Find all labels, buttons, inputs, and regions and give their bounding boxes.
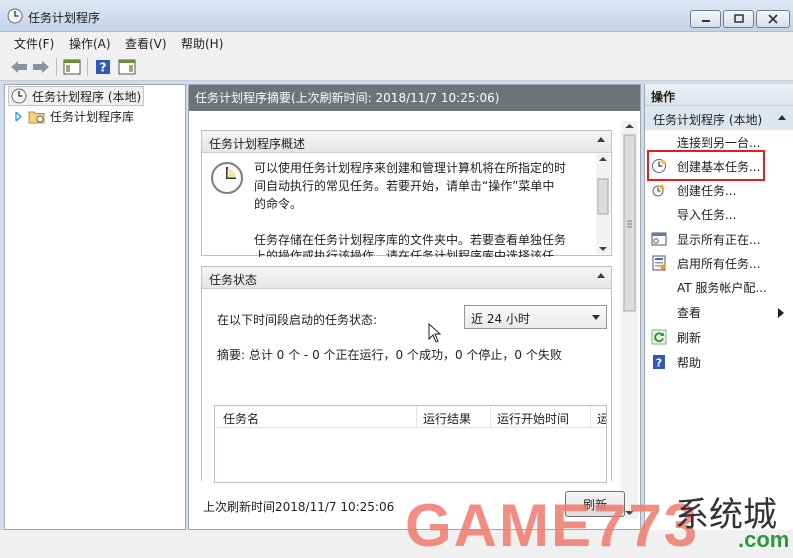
action-import-task[interactable]: 导入任务...: [651, 204, 791, 224]
mouse-cursor-icon: [428, 322, 442, 346]
tree-item-library[interactable]: 任务计划程序库: [15, 107, 134, 125]
expand-arrow-icon[interactable]: [15, 111, 22, 121]
window-title: 任务计划程序: [28, 11, 101, 25]
overview-section-header[interactable]: 任务计划程序概述: [202, 131, 611, 153]
action-connect-another[interactable]: 连接到另一台...: [651, 132, 791, 152]
task-status-section: 任务状态 在以下时间段启动的任务状态: 近 24 小时 摘要: 总计 0 个 -…: [201, 266, 612, 483]
svg-text:?: ?: [100, 61, 107, 75]
column-truncated[interactable]: 运: [597, 410, 606, 427]
action-create-task[interactable]: 创建任务...: [651, 180, 791, 200]
tree-item-label: 任务计划程序 (本地): [32, 89, 142, 104]
minimize-button[interactable]: [690, 10, 721, 28]
menu-file[interactable]: 文件(F): [14, 35, 54, 52]
task-scheduler-icon: [7, 8, 23, 24]
svg-text:?: ?: [656, 357, 662, 370]
toolbar: ?: [0, 52, 793, 81]
table-header: 任务名 运行结果 运行开始时间 运: [215, 406, 606, 428]
show-hide-console-tree-icon[interactable]: [61, 56, 83, 78]
task-status-section-header[interactable]: 任务状态: [202, 267, 611, 289]
section-title: 任务状态: [209, 273, 258, 287]
tree-item-label: 任务计划程序库: [50, 109, 135, 124]
summary-scrollbar[interactable]: [621, 121, 638, 519]
summary-header: 任务计划程序摘要(上次刷新时间: 2018/11/7 10:25:06): [189, 85, 640, 111]
watermark-suffix: .com: [738, 527, 790, 552]
forward-button[interactable]: [30, 56, 52, 78]
collapse-icon[interactable]: [778, 115, 786, 120]
watermark-brand: GAME773: [405, 492, 700, 558]
clock-icon: [210, 161, 244, 198]
close-button[interactable]: [756, 10, 790, 28]
actions-header: 操作: [645, 84, 793, 106]
back-button[interactable]: [8, 56, 30, 78]
menu-help[interactable]: 帮助(H): [181, 35, 223, 52]
blank-icon: [651, 279, 667, 295]
toolbar-separator: [87, 58, 88, 76]
section-title: 任务计划程序概述: [209, 137, 306, 151]
title-bar: 任务计划程序: [0, 0, 793, 32]
help-icon[interactable]: ?: [92, 56, 114, 78]
blank-icon: [651, 134, 667, 150]
refresh-icon: [651, 329, 667, 345]
collapse-icon[interactable]: [597, 137, 605, 142]
history-icon: [651, 255, 667, 271]
action-help[interactable]: ? 帮助: [651, 352, 791, 372]
highlight-box: [647, 150, 765, 181]
folder-icon: [28, 109, 45, 124]
running-tasks-icon: [651, 231, 667, 247]
help-icon: ?: [651, 354, 667, 370]
task-status-table: 任务名 运行结果 运行开始时间 运: [214, 405, 607, 483]
overview-section: 任务计划程序概述 可以使用任务计划程序来创建和管理计算机将在所指定的时 间自动执…: [201, 130, 612, 257]
column-task-name[interactable]: 任务名: [223, 410, 259, 427]
collapse-icon[interactable]: [597, 273, 605, 278]
column-run-start-time[interactable]: 运行开始时间: [497, 410, 569, 427]
action-display-running[interactable]: 显示所有正在...: [651, 229, 791, 249]
column-run-result[interactable]: 运行结果: [423, 410, 471, 427]
menu-action[interactable]: 操作(A): [69, 35, 111, 52]
status-period-dropdown[interactable]: 近 24 小时: [464, 305, 607, 329]
submenu-arrow-icon: [778, 307, 784, 321]
status-period-label: 在以下时间段启动的任务状态:: [217, 313, 378, 327]
action-enable-history[interactable]: 启用所有任务...: [651, 253, 791, 273]
blank-icon: [651, 206, 667, 222]
toolbar-separator: [56, 58, 57, 76]
task-icon: [651, 182, 667, 198]
overview-scrollbar[interactable]: [596, 154, 610, 254]
maximize-button[interactable]: [723, 10, 754, 28]
clock-icon: [11, 88, 27, 104]
menu-bar: 文件(F) 操作(A) 查看(V) 帮助(H): [0, 32, 793, 52]
action-at-service-account[interactable]: AT 服务帐户配...: [651, 277, 791, 297]
actions-subheader[interactable]: 任务计划程序 (本地): [645, 106, 793, 130]
last-refresh-time: 上次刷新时间2018/11/7 10:25:06: [203, 500, 395, 514]
status-summary: 摘要: 总计 0 个 - 0 个正在运行，0 个成功，0 个停止，0 个失败: [217, 348, 562, 362]
chevron-down-icon: [592, 315, 600, 320]
console-tree: 任务计划程序 (本地) 任务计划程序库: [4, 84, 186, 530]
blank-icon: [651, 304, 667, 320]
show-hide-action-pane-icon[interactable]: [116, 56, 138, 78]
menu-view[interactable]: 查看(V): [125, 35, 167, 52]
tree-item-root[interactable]: 任务计划程序 (本地): [8, 86, 144, 106]
action-refresh[interactable]: 刷新: [651, 327, 791, 347]
summary-pane: 任务计划程序摘要(上次刷新时间: 2018/11/7 10:25:06) 任务计…: [188, 84, 641, 530]
overview-text: 可以使用任务计划程序来创建和管理计算机将在所指定的时 间自动执行的常见任务。若要…: [254, 161, 567, 257]
action-view[interactable]: 查看: [651, 302, 791, 322]
